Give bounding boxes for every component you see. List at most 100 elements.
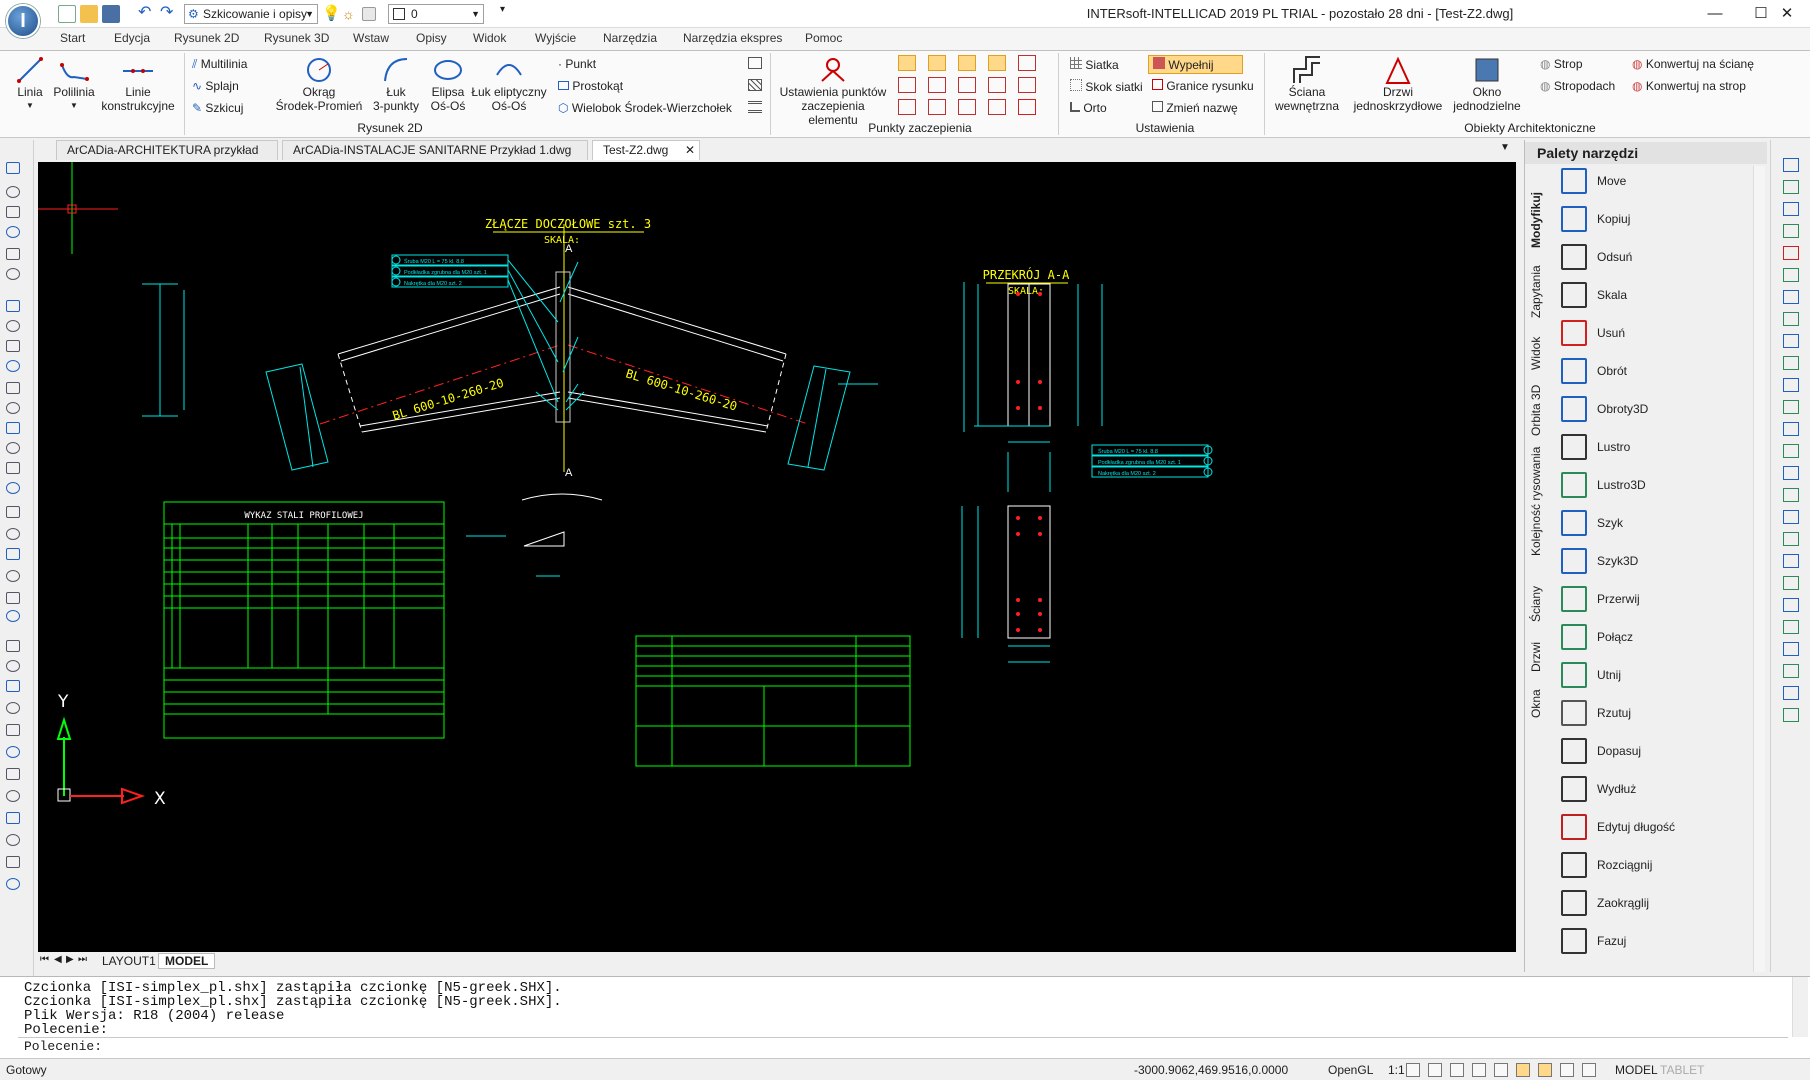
palette-item[interactable]: Lustro3D — [1555, 470, 1745, 500]
menu-narzedzia[interactable]: Narzędzia — [603, 31, 657, 45]
sketch-icon[interactable] — [6, 268, 20, 280]
command-scrollbar[interactable] — [1792, 977, 1808, 1037]
palette-item[interactable]: Usuń — [1555, 318, 1745, 348]
opengl-indicator[interactable]: OpenGL — [1328, 1063, 1373, 1077]
move-icon[interactable] — [1783, 334, 1799, 348]
palette-item[interactable]: Lustro — [1555, 432, 1745, 462]
menu-edycja[interactable]: Edycja — [114, 31, 150, 45]
tablet-toggle[interactable]: TABLET — [1660, 1063, 1704, 1077]
layout-tab-model[interactable]: MODEL — [158, 953, 216, 969]
hatch-icon[interactable] — [6, 402, 20, 414]
chamfer-icon[interactable] — [1783, 510, 1799, 524]
trim-icon[interactable] — [1783, 422, 1799, 436]
undo-icon[interactable] — [1783, 268, 1799, 282]
parallel-snap-icon[interactable] — [898, 99, 916, 115]
line-tool-button[interactable]: Linia ▼ — [12, 55, 48, 113]
ellipse-tool-button[interactable]: Elipsa Oś-Oś — [428, 55, 468, 113]
otrack-toggle-icon[interactable] — [1516, 1063, 1530, 1077]
group-label-draw[interactable]: Rysunek 2D — [330, 121, 450, 135]
limits-button[interactable]: Granice rysunku — [1152, 79, 1254, 93]
app-logo[interactable]: I — [6, 4, 40, 38]
menu-start[interactable]: Start — [60, 31, 85, 45]
perpendicular-snap-icon[interactable] — [898, 77, 916, 93]
pattern-icon[interactable] — [6, 570, 20, 582]
array-icon[interactable] — [1783, 312, 1799, 326]
palette-tab-modyfikuj[interactable]: Modyfikuj — [1529, 192, 1543, 248]
palette-item[interactable]: Rzutuj — [1555, 698, 1745, 728]
point-icon[interactable] — [6, 360, 20, 372]
ungroup-icon[interactable] — [1783, 664, 1799, 678]
edit-icon[interactable] — [1783, 576, 1799, 590]
menu-narzedzia-ekspres[interactable]: Narzędzia ekspres — [683, 31, 782, 45]
doc-tab-active[interactable]: Test-Z2.dwg ✕ — [592, 140, 700, 160]
elliptic-arc-button[interactable]: Łuk eliptyczny Oś-Oś — [470, 55, 548, 113]
zoom-in2-icon[interactable] — [6, 856, 20, 868]
ortho-toggle[interactable]: Orto — [1070, 101, 1107, 115]
palette-item[interactable]: Kopiuj — [1555, 204, 1745, 234]
palette-item[interactable]: Zaokrąglij — [1555, 888, 1745, 918]
spline-button[interactable]: ∿ Splajn — [192, 79, 239, 93]
menu-opisy[interactable]: Opisy — [416, 31, 447, 45]
multiline-button[interactable]: ⫽ Multilinia — [192, 57, 247, 72]
palette-tab-kolejność-rysowania[interactable]: Kolejność rysowania — [1529, 447, 1543, 556]
ring-icon[interactable] — [6, 506, 20, 518]
gradient-icon[interactable] — [748, 79, 762, 91]
model-toggle[interactable]: MODEL — [1615, 1063, 1658, 1077]
next-layout-icon[interactable]: ▶ — [66, 954, 74, 965]
center-snap-icon[interactable] — [988, 55, 1006, 71]
menu-pomoc[interactable]: Pomoc — [805, 31, 842, 45]
palette-tab-okna[interactable]: Okna — [1529, 689, 1543, 718]
apparent-int-snap-icon[interactable] — [958, 77, 976, 93]
palette-item[interactable]: Przerwij — [1555, 584, 1745, 614]
lineweight-toggle-icon[interactable] — [1538, 1063, 1552, 1077]
palette-item[interactable]: Rozciągnij — [1555, 850, 1745, 880]
erase-icon[interactable] — [1783, 246, 1799, 260]
rotate-icon[interactable] — [1783, 356, 1799, 370]
snap-settings2-icon[interactable] — [1018, 55, 1036, 71]
quadrant-snap-icon[interactable] — [988, 77, 1006, 93]
clear-snaps-icon[interactable] — [1018, 99, 1036, 115]
snap-toggle-icon[interactable] — [1406, 1063, 1420, 1077]
match-icon[interactable] — [1783, 598, 1799, 612]
palette-tab-orbita-3d[interactable]: Orbita 3D — [1529, 385, 1543, 436]
table-icon[interactable] — [6, 548, 20, 560]
palette-item[interactable]: Szyk3D — [1555, 546, 1745, 576]
flat-roof-button[interactable]: ◍ Stropodach — [1540, 79, 1615, 93]
running-icon[interactable] — [1018, 77, 1036, 93]
group-label-settings[interactable]: Ustawienia — [1120, 121, 1210, 135]
polygon-button[interactable]: ⬡ Wielobok Środek-Wierzchołek — [558, 101, 732, 115]
refresh-icon[interactable] — [6, 640, 20, 652]
intersection-snap-icon[interactable] — [958, 55, 976, 71]
mtext-icon[interactable] — [6, 610, 20, 622]
palette-item[interactable]: Obroty3D — [1555, 394, 1745, 424]
zoom-out-icon[interactable] — [6, 790, 20, 802]
text-icon[interactable] — [6, 592, 20, 604]
close-button[interactable]: ✕ — [1764, 0, 1810, 28]
grid-toggle-icon[interactable] — [1428, 1063, 1442, 1077]
palette-item[interactable]: Move — [1555, 166, 1745, 196]
blocks-icon[interactable] — [1783, 202, 1799, 216]
zoom-all-icon[interactable] — [6, 834, 20, 846]
polyline-tool-button[interactable]: Polilinia ▼ — [52, 55, 96, 113]
palette-tab-ściany[interactable]: Ściany — [1529, 586, 1543, 622]
polar-toggle-icon[interactable] — [1472, 1063, 1486, 1077]
palette-item[interactable]: Odsuń — [1555, 242, 1745, 272]
zoom-window-icon[interactable] — [6, 702, 20, 714]
palette-item[interactable]: Wydłuż — [1555, 774, 1745, 804]
last-layout-icon[interactable]: ⏭ — [78, 954, 87, 965]
menu-wstaw[interactable]: Wstaw — [353, 31, 389, 45]
cloud-icon[interactable] — [6, 462, 20, 474]
extend-icon[interactable] — [1783, 444, 1799, 458]
point-button[interactable]: · Punkt — [558, 57, 596, 71]
palette-tab-drzwi[interactable]: Drzwi — [1529, 642, 1543, 672]
pen-icon[interactable] — [6, 206, 20, 218]
construction-lines-button[interactable]: Linie konstrukcyjne — [98, 55, 178, 113]
ellipse-icon[interactable] — [6, 340, 20, 352]
explode-icon[interactable] — [1783, 554, 1799, 568]
arc2-icon[interactable] — [6, 528, 20, 540]
minimize-button[interactable]: — — [1692, 0, 1738, 28]
zoom-extents-icon[interactable] — [6, 812, 20, 824]
stretch-icon[interactable] — [1783, 400, 1799, 414]
copy-icon[interactable] — [1783, 224, 1799, 238]
scale-icon[interactable] — [1783, 378, 1799, 392]
